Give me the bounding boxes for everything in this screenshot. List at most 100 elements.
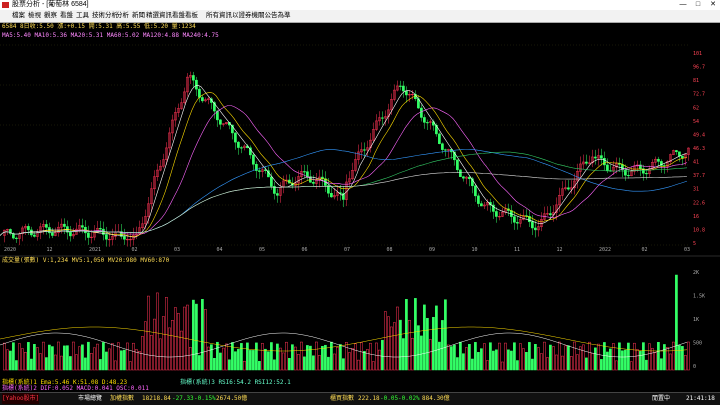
menu-item-technical[interactable]: 技術分析 bbox=[92, 10, 118, 22]
volume-bar bbox=[6, 349, 9, 371]
volume-bar bbox=[339, 344, 342, 371]
volume-tick-label: 2K bbox=[693, 270, 699, 276]
candle-body bbox=[258, 170, 261, 172]
volume-bar bbox=[507, 349, 510, 371]
candle-body bbox=[270, 176, 273, 187]
date-tick-label: 12 bbox=[47, 247, 53, 253]
volume-bar bbox=[345, 342, 348, 371]
menu-item-file[interactable]: 檔案 bbox=[12, 10, 25, 22]
volume-bar bbox=[228, 359, 231, 371]
candle-body bbox=[474, 185, 477, 197]
volume-bar bbox=[405, 299, 408, 371]
brand-label[interactable]: [Yahoo股市] bbox=[2, 393, 40, 404]
menu-item-board[interactable]: 精選資訊看盤看板 bbox=[146, 10, 198, 22]
volume-bar bbox=[3, 342, 6, 371]
close-button[interactable]: ✕ bbox=[706, 0, 720, 10]
price-tick-label: 101 bbox=[693, 51, 702, 57]
volume-bar bbox=[192, 299, 195, 371]
volume-bar bbox=[393, 322, 396, 371]
date-tick-label: 10 bbox=[472, 247, 478, 253]
candle-body bbox=[99, 228, 102, 230]
volume-bar bbox=[66, 345, 69, 371]
volume-bar bbox=[657, 342, 660, 371]
volume-bar bbox=[561, 355, 564, 371]
volume-bar bbox=[162, 316, 165, 371]
candle-body bbox=[657, 158, 660, 162]
volume-bar bbox=[531, 358, 534, 371]
menu-item-view[interactable]: 檢視 bbox=[28, 10, 41, 22]
volume-bar bbox=[48, 344, 51, 371]
price-tick-label: 22.6 bbox=[693, 200, 705, 206]
volume-bar bbox=[114, 360, 117, 371]
date-tick-label: 08 bbox=[387, 247, 393, 253]
volume-bar bbox=[189, 347, 192, 371]
volume-bar bbox=[354, 343, 357, 371]
candle-body bbox=[645, 173, 648, 175]
volume-bar bbox=[237, 348, 240, 371]
volume-bar bbox=[498, 342, 501, 371]
volume-bar bbox=[537, 347, 540, 371]
volume-bar bbox=[474, 342, 477, 371]
price-tick-label: 72.7 bbox=[693, 92, 705, 98]
volume-bar bbox=[366, 349, 369, 371]
candle-body bbox=[63, 223, 66, 227]
candle-body bbox=[477, 195, 480, 204]
volume-bar bbox=[501, 361, 504, 371]
volume-bar bbox=[231, 342, 234, 371]
volume-bar bbox=[360, 342, 363, 371]
volume-bar bbox=[621, 350, 624, 371]
volume-bar bbox=[348, 352, 351, 371]
stock-chart[interactable]: 101 96.7 81 72.7 62 54 49.4 46.3 41 37.7 31 22.6 16 1… bbox=[0, 40, 720, 380]
menu-item-news[interactable]: 新聞 bbox=[132, 10, 145, 22]
volume-bar bbox=[123, 349, 126, 371]
volume-bar bbox=[423, 304, 426, 371]
candle-body bbox=[603, 158, 606, 166]
volume-bar bbox=[564, 345, 567, 371]
indicator-3: 指標(系統)3 RSI6:54.2 RSI12:52.1 bbox=[180, 379, 291, 386]
minimize-button[interactable]: — bbox=[676, 0, 690, 10]
volume-bar bbox=[363, 351, 366, 371]
volume-bar bbox=[432, 316, 435, 371]
candle-body bbox=[33, 234, 36, 237]
volume-bar bbox=[597, 343, 600, 371]
menu-item-analysis[interactable]: 分析 bbox=[116, 10, 129, 22]
date-tick-label: 2021 bbox=[89, 247, 101, 253]
volume-bar bbox=[390, 326, 393, 371]
volume-bar bbox=[72, 341, 75, 371]
volume-bar bbox=[282, 352, 285, 371]
candle-body bbox=[495, 211, 498, 217]
volume-bar bbox=[540, 353, 543, 371]
volume-bar bbox=[642, 342, 645, 371]
menu-item-tools[interactable]: 工具 bbox=[76, 10, 89, 22]
market-label[interactable]: 市場總覽 bbox=[78, 393, 102, 404]
menu-item-quote[interactable]: 看盤 bbox=[60, 10, 73, 22]
volume-bar bbox=[54, 354, 57, 371]
volume-bar bbox=[294, 346, 297, 371]
volume-bar bbox=[39, 353, 42, 371]
volume-bar bbox=[213, 358, 216, 371]
otc-change: -0.05 bbox=[380, 395, 399, 402]
index-name: 加權指數 bbox=[110, 395, 135, 402]
candle-body bbox=[405, 90, 408, 96]
candle-body bbox=[327, 185, 330, 194]
volume-bar bbox=[429, 339, 432, 371]
volume-bar bbox=[438, 341, 441, 371]
candle-body bbox=[441, 143, 444, 150]
volume-bar bbox=[372, 361, 375, 371]
volume-bar bbox=[270, 342, 273, 371]
menu-item-watch[interactable]: 觀察 bbox=[44, 10, 57, 22]
volume-bar bbox=[63, 345, 66, 371]
volume-bar bbox=[222, 347, 225, 371]
volume-bar bbox=[129, 361, 132, 371]
volume-bar bbox=[627, 342, 630, 371]
candle-body bbox=[192, 75, 195, 81]
candle-body bbox=[600, 155, 603, 159]
candle-body bbox=[381, 117, 384, 119]
otc-volume: 884.30億 bbox=[422, 395, 450, 402]
volume-bar bbox=[342, 358, 345, 371]
volume-bar bbox=[306, 345, 309, 371]
maximize-button[interactable]: □ bbox=[691, 0, 705, 10]
candle-body bbox=[462, 176, 465, 179]
volume-bar bbox=[180, 330, 183, 371]
volume-bar bbox=[84, 357, 87, 371]
